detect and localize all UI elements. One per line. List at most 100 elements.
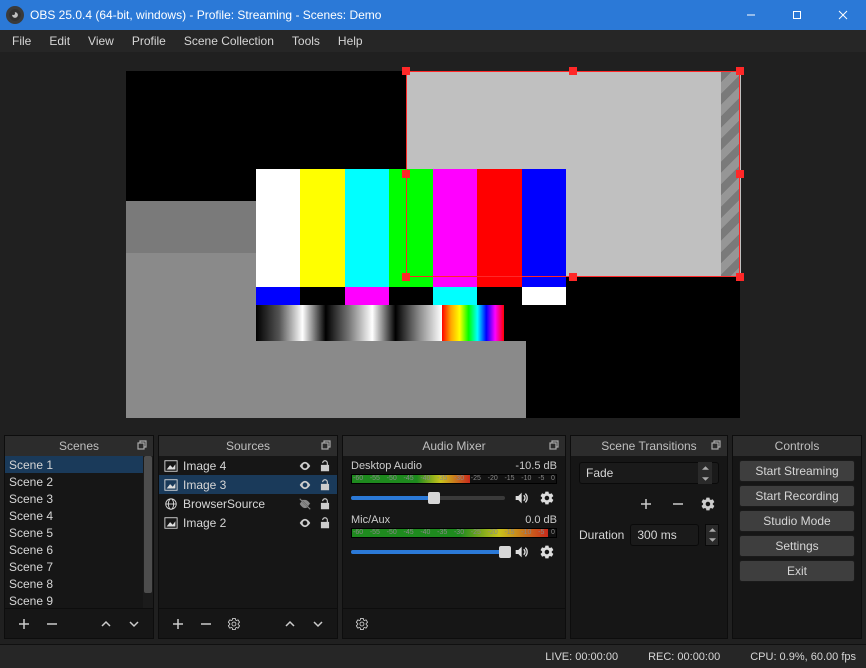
add-transition-button[interactable] [633, 492, 659, 516]
transitions-panel: Scene Transitions Fade Duration [570, 435, 728, 639]
controls-title: Controls [775, 439, 820, 453]
source-row[interactable]: BrowserSource [159, 494, 337, 513]
scene-row[interactable]: Scene 2 [5, 473, 153, 490]
window-maximize-button[interactable] [774, 0, 820, 30]
remove-source-button[interactable] [193, 612, 219, 636]
sources-panel: Sources Image 4Image 3BrowserSourceImage… [158, 435, 338, 639]
visibility-toggle[interactable] [297, 515, 313, 531]
remove-scene-button[interactable] [39, 612, 65, 636]
image-icon [163, 458, 179, 474]
combo-spin-icon [698, 462, 712, 484]
scene-row[interactable]: Scene 3 [5, 490, 153, 507]
channel-name: Desktop Audio [351, 460, 422, 472]
sources-panel-header[interactable]: Sources [159, 436, 337, 456]
scene-row[interactable]: Scene 7 [5, 558, 153, 575]
volume-slider[interactable] [351, 550, 505, 554]
add-source-button[interactable] [165, 612, 191, 636]
source-label: BrowserSource [183, 497, 293, 511]
volume-slider[interactable] [351, 496, 505, 500]
scene-row[interactable]: Scene 9 [5, 592, 153, 608]
scene-row[interactable]: Scene 8 [5, 575, 153, 592]
status-live: LIVE: 00:00:00 [545, 651, 618, 663]
source-row[interactable]: Image 2 [159, 513, 337, 532]
sources-panel-title: Sources [226, 439, 270, 453]
preview-canvas[interactable] [126, 71, 740, 418]
lock-toggle[interactable] [317, 458, 333, 474]
visibility-toggle[interactable] [297, 496, 313, 512]
lock-toggle[interactable] [317, 515, 333, 531]
menu-file[interactable]: File [4, 32, 39, 50]
window-close-button[interactable] [820, 0, 866, 30]
panel-detach-icon[interactable] [709, 438, 723, 452]
window-buttons [728, 0, 866, 30]
preview-area[interactable] [0, 52, 866, 435]
source-layer-testcard [256, 169, 566, 341]
transitions-header[interactable]: Scene Transitions [571, 436, 727, 456]
controls-body: Start Streaming Start Recording Studio Mod… [733, 456, 861, 638]
source-properties-button[interactable] [221, 612, 247, 636]
scene-row[interactable]: Scene 6 [5, 541, 153, 558]
move-scene-up-button[interactable] [93, 612, 119, 636]
lock-toggle[interactable] [317, 496, 333, 512]
mute-button[interactable] [511, 542, 531, 562]
lock-toggle[interactable] [317, 477, 333, 493]
panel-detach-icon[interactable] [135, 438, 149, 452]
transitions-title: Scene Transitions [601, 439, 696, 453]
menu-help[interactable]: Help [330, 32, 371, 50]
scene-row[interactable]: Scene 4 [5, 507, 153, 524]
controls-header[interactable]: Controls [733, 436, 861, 456]
transition-properties-button[interactable] [697, 493, 719, 515]
menubar: File Edit View Profile Scene Collection … [0, 30, 866, 52]
audio-mixer-panel: Audio Mixer Desktop Audio -10.5 dB -60-55-… [342, 435, 566, 639]
channel-db: 0.0 dB [525, 514, 557, 526]
scene-row[interactable]: Scene 5 [5, 524, 153, 541]
move-source-down-button[interactable] [305, 612, 331, 636]
menu-edit[interactable]: Edit [41, 32, 78, 50]
scenes-panel-header[interactable]: Scenes [5, 436, 153, 456]
scene-row[interactable]: Scene 1 [5, 456, 153, 473]
window-minimize-button[interactable] [728, 0, 774, 30]
move-scene-down-button[interactable] [121, 612, 147, 636]
source-row[interactable]: Image 4 [159, 456, 337, 475]
window-titlebar: OBS 25.0.4 (64-bit, windows) - Profile: … [0, 0, 866, 30]
menu-scene-collection[interactable]: Scene Collection [176, 32, 282, 50]
mute-button[interactable] [511, 488, 531, 508]
menu-view[interactable]: View [80, 32, 122, 50]
start-recording-button[interactable]: Start Recording [739, 485, 855, 507]
add-scene-button[interactable] [11, 612, 37, 636]
scenes-toolbar [5, 608, 153, 638]
duration-input[interactable]: 300 ms [630, 524, 699, 546]
studio-mode-button[interactable]: Studio Mode [739, 510, 855, 532]
transition-select-value: Fade [586, 466, 613, 480]
panel-detach-icon[interactable] [319, 438, 333, 452]
channel-settings-button[interactable] [537, 488, 557, 508]
dock-panels: Scenes Scene 1Scene 2Scene 3Scene 4Scene… [0, 435, 866, 639]
duration-value: 300 ms [637, 528, 676, 542]
audio-mixer-header[interactable]: Audio Mixer [343, 436, 565, 456]
scrollbar[interactable] [143, 456, 153, 608]
scenes-panel: Scenes Scene 1Scene 2Scene 3Scene 4Scene… [4, 435, 154, 639]
audio-meter: -60-55-50-45-40-35-30-25-20-15-10-50 [351, 528, 557, 538]
sources-toolbar [159, 608, 337, 638]
start-streaming-button[interactable]: Start Streaming [739, 460, 855, 482]
sources-list[interactable]: Image 4Image 3 BrowserSource Image 2 [159, 456, 337, 608]
audio-meter: -60-55-50-45-40-35-30-25-20-15-10-50 [351, 474, 557, 484]
source-label: Image 2 [183, 516, 293, 530]
move-source-up-button[interactable] [277, 612, 303, 636]
audio-advanced-button[interactable] [349, 612, 375, 636]
visibility-toggle[interactable] [297, 477, 313, 493]
visibility-toggle[interactable] [297, 458, 313, 474]
settings-button[interactable]: Settings [739, 535, 855, 557]
duration-spin[interactable] [705, 524, 719, 546]
menu-profile[interactable]: Profile [124, 32, 174, 50]
channel-db: -10.5 dB [515, 460, 557, 472]
panel-detach-icon[interactable] [547, 438, 561, 452]
scenes-list[interactable]: Scene 1Scene 2Scene 3Scene 4Scene 5Scene… [5, 456, 153, 608]
source-row[interactable]: Image 3 [159, 475, 337, 494]
mixer-channel: Desktop Audio -10.5 dB -60-55-50-45-40-35-… [343, 456, 565, 510]
remove-transition-button[interactable] [665, 492, 691, 516]
menu-tools[interactable]: Tools [284, 32, 328, 50]
exit-button[interactable]: Exit [739, 560, 855, 582]
channel-settings-button[interactable] [537, 542, 557, 562]
transition-select[interactable]: Fade [579, 462, 719, 484]
